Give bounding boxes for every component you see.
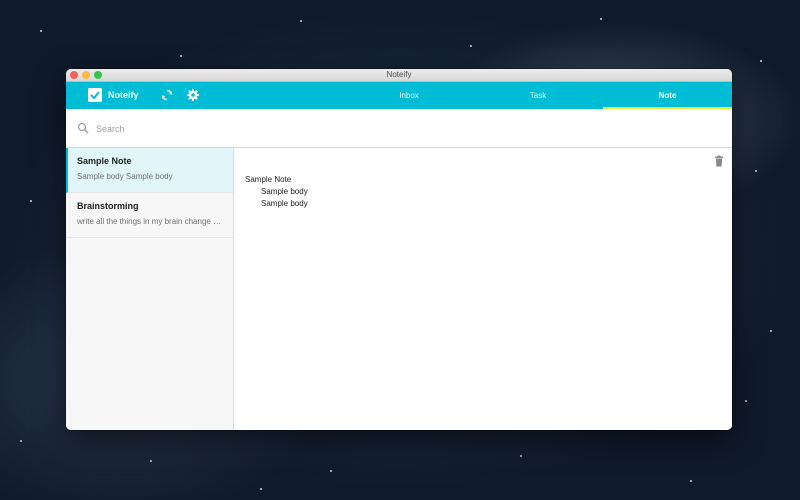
- list-item-sample-note[interactable]: Sample Note Sample body Sample body: [66, 148, 233, 193]
- gear-icon[interactable]: [186, 88, 200, 102]
- star: [470, 45, 472, 47]
- tab-task[interactable]: Task: [474, 82, 602, 109]
- star: [600, 18, 602, 20]
- star: [260, 488, 262, 490]
- note-editor[interactable]: Sample Note Sample body Sample body: [234, 148, 732, 430]
- search-input[interactable]: [94, 119, 698, 139]
- trash-icon[interactable]: [713, 154, 725, 167]
- star: [755, 170, 757, 172]
- star: [330, 470, 332, 472]
- star: [180, 55, 182, 57]
- star: [30, 200, 32, 202]
- note-title: Brainstorming: [77, 201, 139, 211]
- note-snippet: write all the things in my brain change …: [77, 217, 222, 226]
- star: [770, 330, 772, 332]
- list-item-brainstorming[interactable]: Brainstorming write all the things in my…: [66, 193, 233, 238]
- note-body-line: Sample body: [261, 187, 308, 196]
- star: [20, 440, 22, 442]
- star: [300, 20, 302, 22]
- note-body-line: Sample body: [261, 199, 308, 208]
- window-title: Noteify: [386, 70, 412, 79]
- note-body[interactable]: Sample Note Sample body Sample body: [245, 174, 705, 210]
- tab-note-label: Note: [658, 91, 677, 100]
- star: [690, 480, 692, 482]
- note-body-line: Sample Note: [245, 175, 292, 184]
- app-toolbar: Noteify Inbox Task Note: [66, 82, 732, 109]
- tab-note[interactable]: Note: [603, 82, 732, 109]
- desktop-background: Noteify Noteify Inbox Task Note Search S…: [0, 0, 800, 500]
- note-snippet: Sample body Sample body: [77, 172, 173, 181]
- tab-inbox[interactable]: Inbox: [345, 82, 473, 109]
- star: [520, 455, 522, 457]
- checkbox-icon: [88, 88, 102, 102]
- search-icon: [77, 121, 89, 134]
- window-titlebar[interactable]: Noteify: [66, 69, 732, 82]
- star: [745, 400, 747, 402]
- star: [150, 460, 152, 462]
- app-brand-name: Noteify: [108, 90, 139, 100]
- star: [40, 30, 42, 32]
- app-window: Noteify Noteify Inbox Task Note Search S…: [66, 69, 732, 430]
- search-bar: [66, 109, 732, 148]
- star: [760, 60, 762, 62]
- sync-icon[interactable]: [160, 88, 174, 102]
- notes-list: Sample Note Sample body Sample body Brai…: [66, 148, 234, 430]
- note-title: Sample Note: [77, 156, 132, 166]
